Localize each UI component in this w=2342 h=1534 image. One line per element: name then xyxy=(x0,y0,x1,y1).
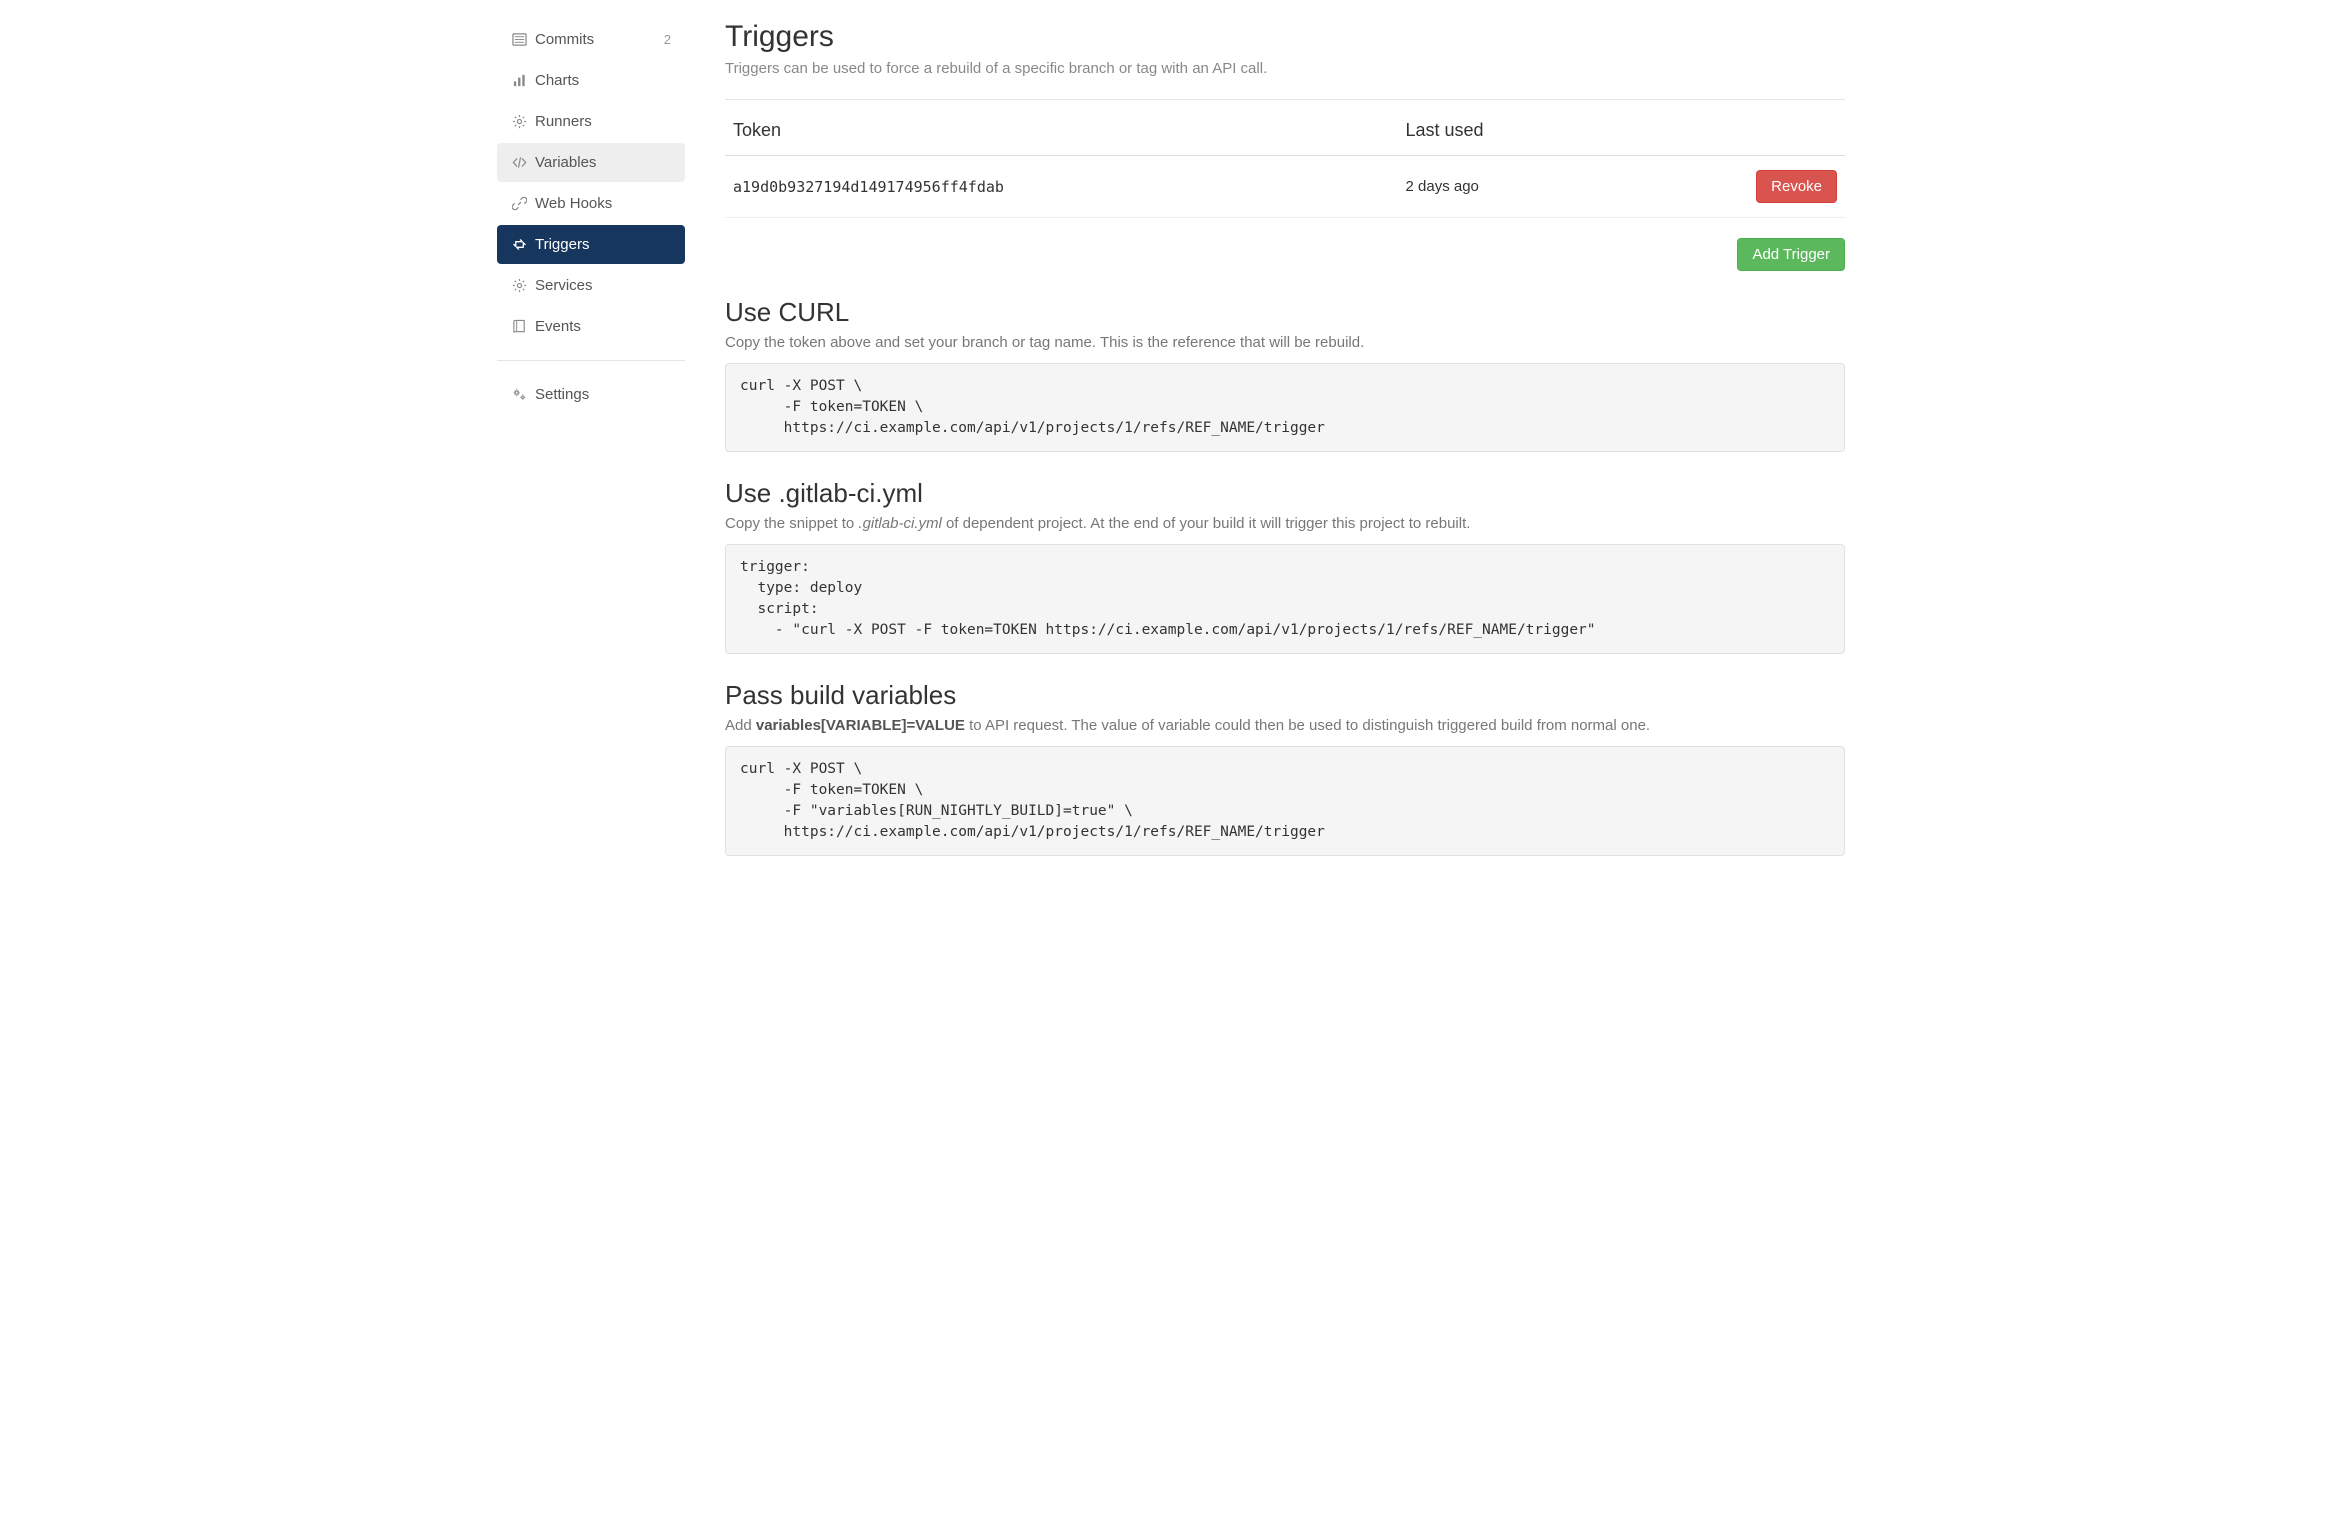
actions-cell: Revoke xyxy=(1618,156,1845,218)
add-trigger-button[interactable]: Add Trigger xyxy=(1737,238,1845,271)
divider xyxy=(725,99,1845,100)
yml-desc-suffix: of dependent project. At the end of your… xyxy=(942,515,1471,532)
sidebar-item-label: Triggers xyxy=(535,236,589,253)
sidebar-item-runners[interactable]: Runners xyxy=(497,102,685,141)
sidebar-item-variables[interactable]: Variables xyxy=(497,143,685,182)
vars-desc-suffix: to API request. The value of variable co… xyxy=(965,717,1650,734)
sidebar-item-triggers[interactable]: Triggers xyxy=(497,225,685,264)
yml-code-block: trigger: type: deploy script: - "curl -X… xyxy=(725,544,1845,654)
triggers-table: Token Last used a19d0b9327194d149174956f… xyxy=(725,106,1845,218)
col-last-used: Last used xyxy=(1398,106,1618,156)
book-icon xyxy=(511,319,527,334)
sidebar-item-web-hooks[interactable]: Web Hooks xyxy=(497,184,685,223)
sidebar-item-label: Charts xyxy=(535,72,579,89)
sidebar-item-events[interactable]: Events xyxy=(497,307,685,346)
sidebar-item-label: Variables xyxy=(535,154,596,171)
code-icon xyxy=(511,155,527,170)
main-content: Triggers Triggers can be used to force a… xyxy=(693,20,1861,896)
sidebar-item-settings[interactable]: Settings xyxy=(497,375,685,414)
curl-heading: Use CURL xyxy=(725,297,1845,328)
curl-code-block: curl -X POST \ -F token=TOKEN \ https://… xyxy=(725,363,1845,452)
yml-desc-filename: .gitlab-ci.yml xyxy=(858,515,941,532)
sidebar-item-charts[interactable]: Charts xyxy=(497,61,685,100)
table-row: a19d0b9327194d149174956ff4fdab2 days ago… xyxy=(725,156,1845,218)
vars-desc-param: variables[VARIABLE]=VALUE xyxy=(756,717,965,734)
curl-description: Copy the token above and set your branch… xyxy=(725,334,1845,351)
sidebar-item-label: Commits xyxy=(535,31,594,48)
last-used-cell: 2 days ago xyxy=(1398,156,1618,218)
sidebar-item-services[interactable]: Services xyxy=(497,266,685,305)
vars-description: Add variables[VARIABLE]=VALUE to API req… xyxy=(725,717,1845,734)
gears-icon xyxy=(511,387,527,402)
link-icon xyxy=(511,196,527,211)
sidebar-item-label: Settings xyxy=(535,386,589,403)
sidebar-item-badge: 2 xyxy=(664,32,671,47)
page-subtitle: Triggers can be used to force a rebuild … xyxy=(725,60,1845,77)
sidebar-item-commits[interactable]: Commits 2 xyxy=(497,20,685,59)
sidebar: Commits 2 Charts Runners Variables Web Hooks T… xyxy=(481,20,693,896)
list-icon xyxy=(511,32,527,47)
chart-icon xyxy=(511,73,527,88)
col-token: Token xyxy=(725,106,1398,156)
sidebar-item-label: Services xyxy=(535,277,593,294)
gear-icon xyxy=(511,114,527,129)
sidebar-divider xyxy=(497,360,685,361)
vars-desc-prefix: Add xyxy=(725,717,756,734)
sidebar-item-label: Runners xyxy=(535,113,592,130)
token-cell: a19d0b9327194d149174956ff4fdab xyxy=(725,156,1398,218)
sidebar-item-label: Events xyxy=(535,318,581,335)
vars-heading: Pass build variables xyxy=(725,680,1845,711)
retweet-icon xyxy=(511,237,527,252)
revoke-button[interactable]: Revoke xyxy=(1756,170,1837,203)
page-title: Triggers xyxy=(725,20,1845,54)
sidebar-item-label: Web Hooks xyxy=(535,195,612,212)
vars-code-block: curl -X POST \ -F token=TOKEN \ -F "vari… xyxy=(725,746,1845,856)
yml-heading: Use .gitlab-ci.yml xyxy=(725,478,1845,509)
gear-icon xyxy=(511,278,527,293)
yml-desc-prefix: Copy the snippet to xyxy=(725,515,858,532)
col-actions xyxy=(1618,106,1845,156)
yml-description: Copy the snippet to .gitlab-ci.yml of de… xyxy=(725,515,1845,532)
